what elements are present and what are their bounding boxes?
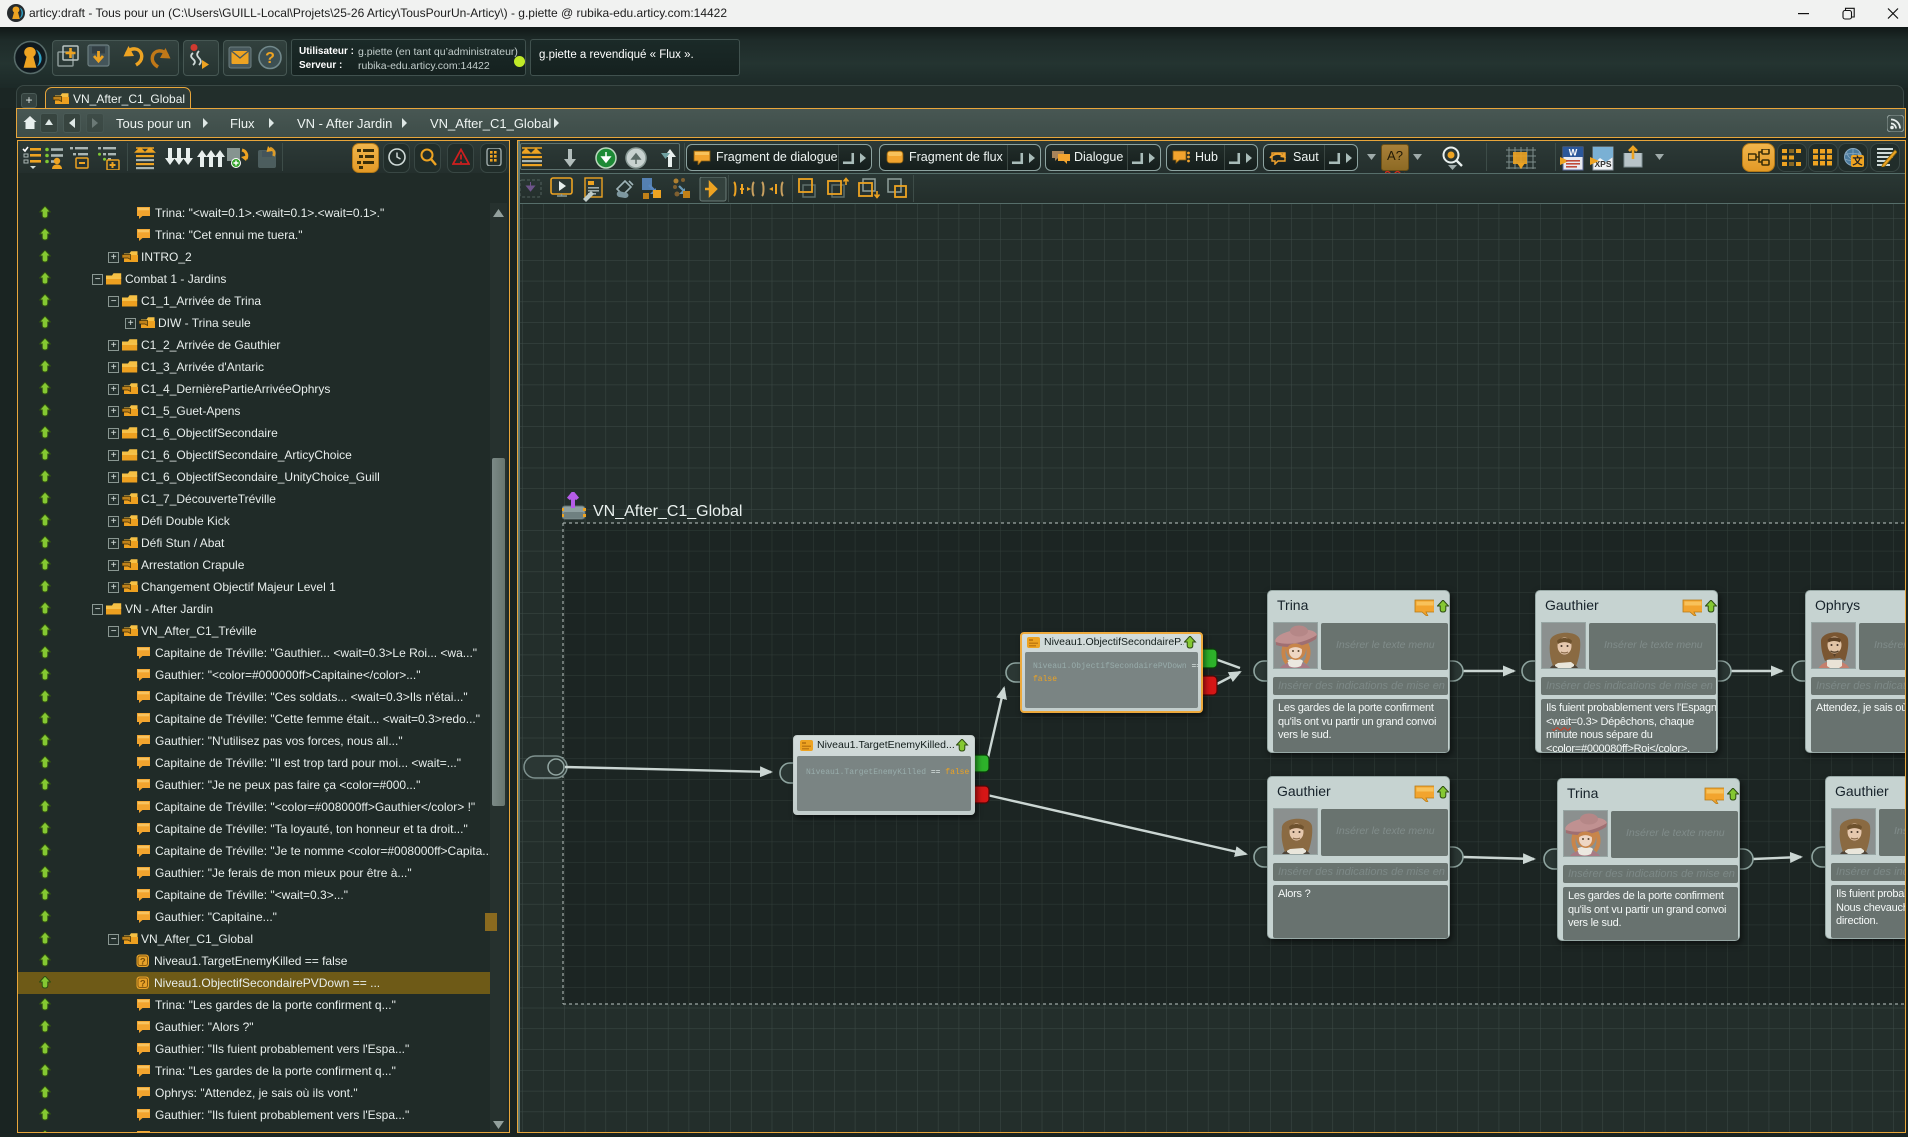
svg-text:文: 文 <box>1853 155 1864 168</box>
svg-text:?: ? <box>265 50 275 67</box>
svg-text:W: W <box>1569 148 1578 158</box>
